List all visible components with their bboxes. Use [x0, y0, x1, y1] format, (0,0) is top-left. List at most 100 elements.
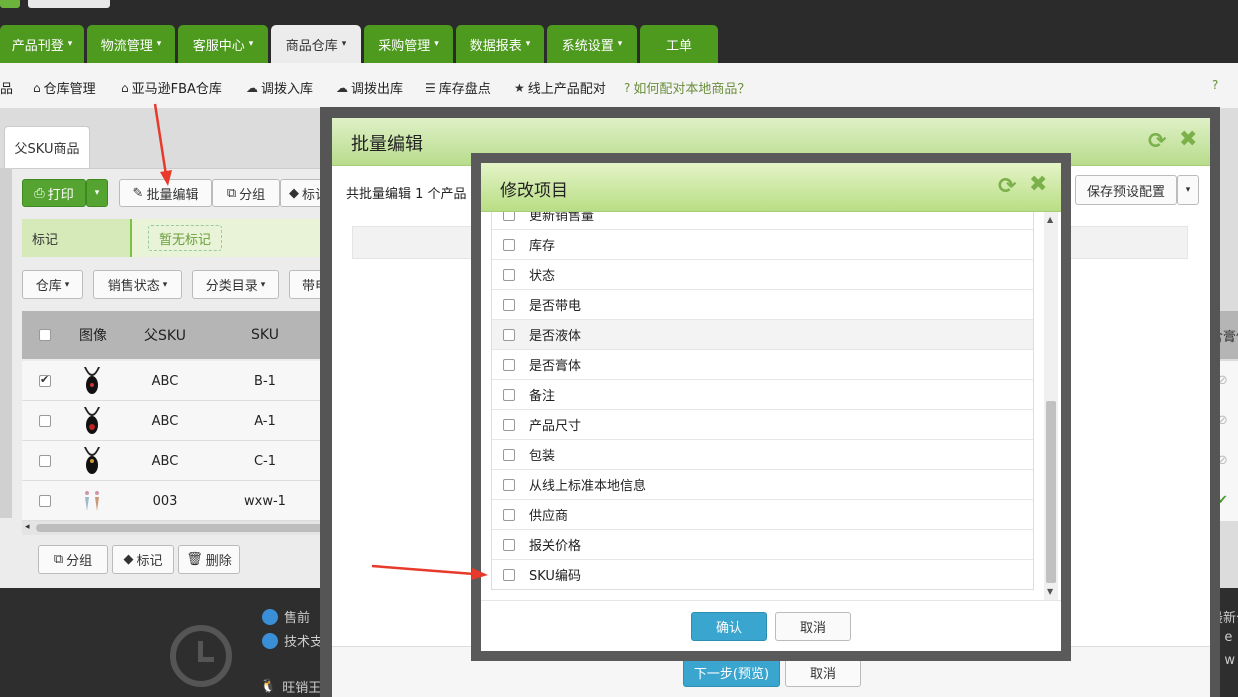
checkbox[interactable]: [503, 418, 515, 431]
left-side-strip: [0, 168, 12, 518]
filter-category[interactable]: 分类目录 ▾: [192, 270, 279, 299]
help-icon-right[interactable]: ?: [1212, 78, 1218, 92]
cancel-button[interactable]: 取消: [775, 612, 851, 641]
list-item-packaging[interactable]: 包装: [492, 440, 1033, 470]
save-preset-button[interactable]: 保存预设配置: [1075, 175, 1177, 205]
checkbox[interactable]: [39, 415, 51, 427]
list-item-remark[interactable]: 备注: [492, 380, 1033, 410]
checkbox[interactable]: [503, 298, 515, 311]
checkbox[interactable]: [39, 329, 51, 341]
caret-down-icon: ▾: [260, 279, 266, 290]
caret-down-icon: ▾: [434, 39, 439, 49]
list-item-stock[interactable]: 库存: [492, 230, 1033, 260]
filter-label: 仓库: [35, 279, 62, 294]
checkbox[interactable]: [503, 538, 515, 551]
nav-tab-tickets[interactable]: 工单: [640, 25, 718, 63]
row-checkbox[interactable]: [35, 361, 55, 401]
list-item-dimensions[interactable]: 产品尺寸: [492, 410, 1033, 440]
scrollbar-thumb[interactable]: [36, 524, 335, 532]
subnav-item-transfer-out[interactable]: ☁ 调拨出库: [336, 78, 403, 98]
next-preview-button[interactable]: 下一步(预览): [683, 657, 780, 687]
caret-down-icon: ▾: [156, 39, 162, 49]
tab-parent-sku[interactable]: 父SKU商品: [4, 126, 90, 168]
close-icon[interactable]: ✖: [1029, 172, 1047, 197]
nav-tab-product-warehouse[interactable]: 商品仓库 ▾: [271, 25, 361, 63]
checkbox[interactable]: [503, 268, 515, 281]
caret-down-icon: ▾: [617, 39, 623, 49]
table-row[interactable]: ABC C-1: [22, 441, 335, 481]
subnav-item-products[interactable]: 品: [0, 78, 13, 97]
filter-warehouse[interactable]: 仓库 ▾: [22, 270, 83, 299]
close-icon[interactable]: ✖: [1179, 127, 1197, 152]
subnav-item-warehouse[interactable]: ⌂ 仓库管理: [33, 78, 96, 98]
table-row[interactable]: ABC A-1: [22, 401, 335, 441]
checkbox[interactable]: [39, 373, 51, 387]
vertical-scrollbar[interactable]: ▲ ▼: [1044, 212, 1058, 600]
list-item-status[interactable]: 状态: [492, 260, 1033, 290]
outer-cancel-button[interactable]: 取消: [785, 657, 861, 687]
checkbox[interactable]: [503, 508, 515, 521]
nav-tab-product-listing[interactable]: 产品刊登 ▾: [0, 25, 84, 63]
list-item-supplier[interactable]: 供应商: [492, 500, 1033, 530]
subnav-item-stocktake[interactable]: ☰ 库存盘点: [425, 78, 491, 98]
subnav-item-online-match[interactable]: ★ 线上产品配对: [514, 78, 606, 98]
subnav-item-transfer-in[interactable]: ☁ 调拨入库: [246, 78, 313, 98]
nav-tab-logistics[interactable]: 物流管理 ▾: [87, 25, 175, 63]
checkbox[interactable]: [503, 448, 515, 461]
footer-presale[interactable]: 售前: [262, 607, 310, 626]
bottom-tag-button[interactable]: ◆ 标记: [112, 545, 174, 574]
cell-sku: B-1: [254, 373, 276, 389]
help-link[interactable]: ? 如何配对本地商品？: [624, 78, 750, 98]
row-checkbox[interactable]: [35, 481, 55, 521]
list-item-sync-online[interactable]: 从线上标准本地信息: [492, 470, 1033, 500]
cell-sku: C-1: [253, 453, 277, 469]
table-row[interactable]: 003 wxw-1: [22, 481, 335, 521]
cloud-download-icon: ☁: [246, 80, 258, 95]
scrollbar-thumb[interactable]: [1046, 401, 1056, 583]
checkbox[interactable]: [503, 328, 515, 341]
checkbox[interactable]: [503, 212, 515, 221]
top-stub-left: [0, 0, 20, 8]
nav-tab-customer-service[interactable]: 客服中心 ▾: [178, 25, 268, 63]
batch-edit-button[interactable]: ✎ 批量编辑: [119, 179, 212, 207]
checkbox[interactable]: [503, 388, 515, 401]
caret-down-icon: ▾: [525, 39, 531, 49]
print-button[interactable]: ⎙ 打印: [22, 179, 86, 207]
list-item-battery[interactable]: 是否带电: [492, 290, 1033, 320]
horizontal-scrollbar[interactable]: ◂: [22, 521, 335, 535]
scroll-down-icon[interactable]: ▼: [1047, 587, 1053, 596]
select-all-checkbox[interactable]: [35, 311, 55, 359]
no-tag-placeholder[interactable]: 暂无标记: [148, 225, 222, 251]
scroll-up-icon[interactable]: ▲: [1047, 215, 1053, 224]
list-item-sku-code[interactable]: SKU编码: [492, 560, 1033, 589]
filter-sales-status[interactable]: 销售状态 ▾: [93, 270, 182, 299]
group-button[interactable]: ⧉ 分组: [212, 179, 280, 207]
nav-tab-purchasing[interactable]: 采购管理 ▾: [364, 25, 453, 63]
nav-tab-settings[interactable]: 系统设置 ▾: [547, 25, 637, 63]
save-preset-dropdown[interactable]: ▾: [1177, 175, 1199, 205]
checkbox[interactable]: [39, 495, 51, 507]
checkbox[interactable]: [503, 358, 515, 371]
checkbox[interactable]: [503, 568, 515, 581]
list-item-paste[interactable]: 是否膏体: [492, 350, 1033, 380]
list-item-update-sales[interactable]: 更新销售量: [492, 212, 1033, 230]
checkbox[interactable]: [503, 478, 515, 491]
list-item-customs-price[interactable]: 报关价格: [492, 530, 1033, 560]
checkbox[interactable]: [39, 455, 51, 467]
confirm-button[interactable]: 确认: [691, 612, 767, 641]
bottom-delete-button[interactable]: 🗑 删除: [178, 545, 240, 574]
print-dropdown-button[interactable]: ▾: [86, 179, 108, 207]
subnav-item-fba[interactable]: ⌂ 亚马逊FBA仓库: [121, 78, 222, 98]
scroll-left-icon[interactable]: ◂: [25, 522, 30, 532]
checkbox[interactable]: [503, 238, 515, 251]
refresh-icon[interactable]: ⟳: [1148, 129, 1166, 154]
row-checkbox[interactable]: [35, 441, 55, 481]
group-label: 分组: [239, 187, 266, 203]
table-row[interactable]: ABC B-1: [22, 361, 335, 401]
row-checkbox[interactable]: [35, 401, 55, 441]
nav-tab-reports[interactable]: 数据报表 ▾: [456, 25, 544, 63]
refresh-icon[interactable]: ⟳: [998, 174, 1016, 199]
bottom-group-button[interactable]: ⧉ 分组: [38, 545, 108, 574]
list-item-liquid[interactable]: 是否液体: [492, 320, 1033, 350]
nav-tab-label: 数据报表: [469, 38, 522, 54]
